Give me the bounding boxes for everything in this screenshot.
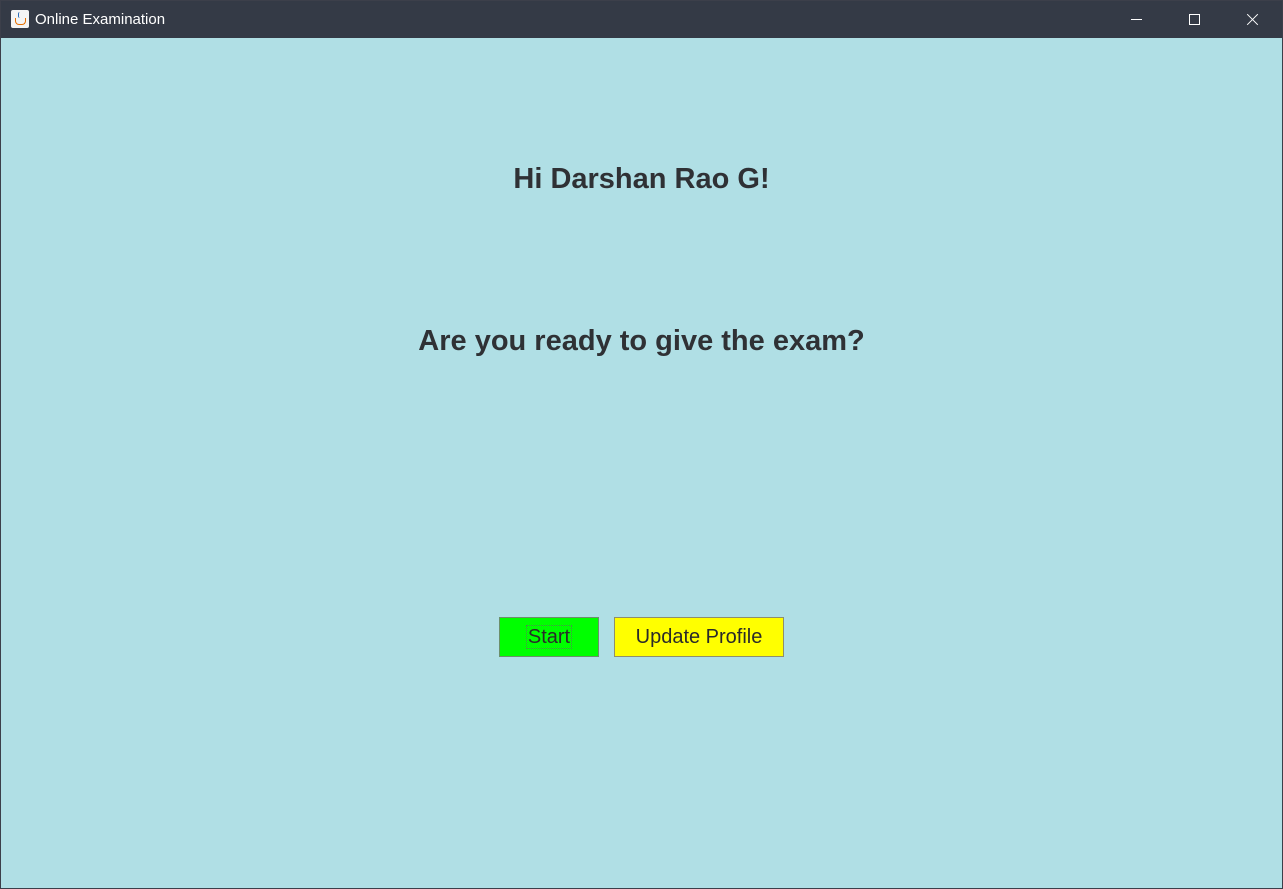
close-button[interactable] <box>1223 1 1281 38</box>
start-button-label: Start <box>525 625 573 649</box>
minimize-button[interactable] <box>1107 1 1165 38</box>
minimize-icon <box>1131 19 1142 20</box>
app-window: Online Examination Hi Darshan Rao G! Are… <box>0 0 1283 889</box>
close-icon <box>1246 13 1259 26</box>
title-bar[interactable]: Online Examination <box>1 1 1282 38</box>
start-button[interactable]: Start <box>499 617 599 657</box>
window-title: Online Examination <box>35 11 166 28</box>
update-profile-button-label: Update Profile <box>635 625 763 648</box>
update-profile-button[interactable]: Update Profile <box>614 617 784 657</box>
ready-question: Are you ready to give the exam? <box>418 325 865 357</box>
maximize-icon <box>1189 14 1200 25</box>
maximize-button[interactable] <box>1165 1 1223 38</box>
greeting-heading: Hi Darshan Rao G! <box>513 163 770 195</box>
java-app-icon <box>11 10 29 28</box>
